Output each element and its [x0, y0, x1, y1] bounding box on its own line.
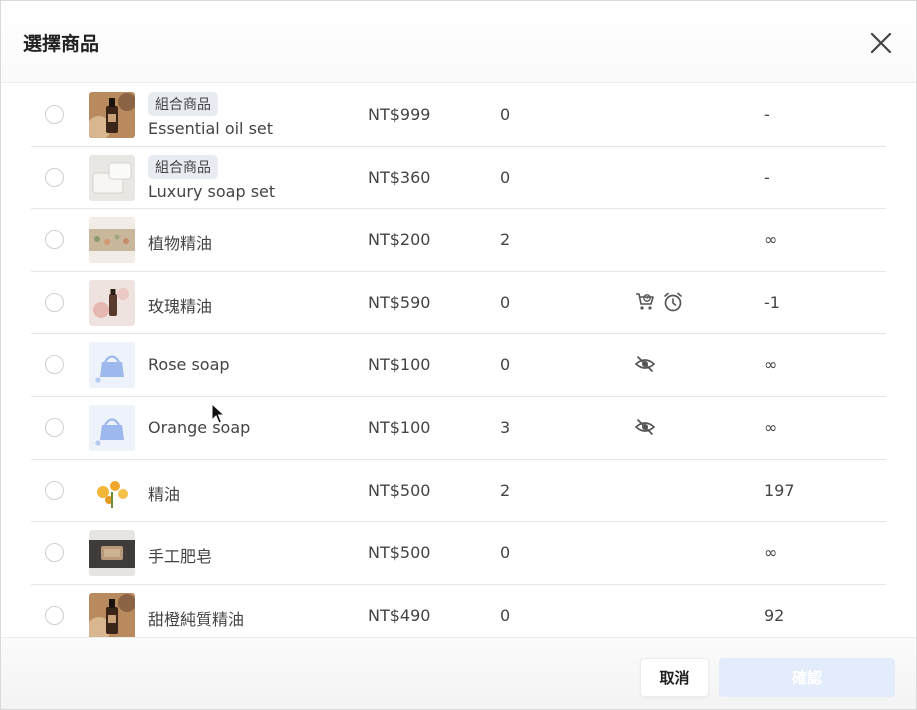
product-name: Rose soap	[148, 355, 230, 375]
product-name: 玫瑰精油	[148, 296, 213, 316]
product-row[interactable]: 精油 NT$500 2 197	[31, 460, 886, 523]
product-thumbnail	[89, 530, 135, 577]
product-name-cell: 植物精油	[148, 209, 358, 271]
product-thumbnail	[89, 467, 135, 514]
close-button[interactable]	[867, 29, 895, 57]
product-thumbnail	[89, 92, 135, 138]
product-status-icons	[634, 416, 662, 440]
product-thumbnail	[89, 404, 135, 451]
confirm-button[interactable]: 確認	[719, 658, 895, 697]
product-stock: 0	[500, 543, 511, 563]
product-select-radio[interactable]	[45, 605, 64, 625]
product-quantity: ∞	[764, 417, 778, 437]
product-row[interactable]: 植物精油 NT$200 2 ∞	[31, 209, 886, 272]
product-select-radio[interactable]	[45, 480, 64, 500]
product-name-cell: 組合商品 Essential oil set	[148, 84, 358, 146]
product-stock: 2	[500, 480, 511, 500]
product-select-radio[interactable]	[45, 105, 64, 124]
product-name: 甜橙純質精油	[148, 609, 245, 629]
product-price: NT$500	[368, 543, 431, 563]
product-thumbnail	[89, 279, 135, 326]
product-stock: 0	[500, 167, 511, 187]
product-thumbnail	[89, 217, 135, 264]
product-status-icons	[634, 353, 662, 377]
product-row[interactable]: 組合商品 Essential oil set NT$999 0 -	[31, 84, 886, 147]
dialog-title: 選擇商品	[23, 33, 100, 55]
hidden-eye-icon	[634, 356, 656, 373]
product-name-cell: 精油	[148, 460, 358, 522]
dialog-header: 選擇商品	[1, 1, 916, 83]
product-stock: 3	[500, 417, 511, 437]
preorder-cart-icon	[636, 292, 654, 310]
product-row[interactable]: 玫瑰精油 NT$590 0 -1	[31, 272, 886, 335]
product-price: NT$360	[368, 167, 431, 187]
product-name: 手工肥皂	[148, 547, 213, 567]
product-thumbnail	[89, 592, 135, 637]
product-name-cell: Orange soap	[148, 397, 358, 459]
product-quantity: -	[764, 167, 770, 187]
product-stock: 0	[500, 292, 511, 312]
product-stock: 0	[500, 355, 511, 375]
bundle-badge: 組合商品	[148, 92, 218, 116]
cancel-button[interactable]: 取消	[640, 658, 709, 697]
product-name: Orange soap	[148, 417, 251, 437]
product-thumbnail	[89, 154, 135, 201]
product-row[interactable]: Rose soap NT$100 0 ∞	[31, 334, 886, 397]
product-quantity: 92	[764, 605, 785, 625]
product-quantity: -1	[764, 292, 780, 312]
dialog-footer: 取消 確認	[1, 637, 916, 709]
product-stock: 0	[500, 105, 511, 124]
product-quantity: ∞	[764, 543, 778, 563]
product-name-cell: 組合商品 Luxury soap set	[148, 147, 358, 209]
product-name-cell: 玫瑰精油	[148, 272, 358, 334]
product-stock: 0	[500, 605, 511, 625]
product-row[interactable]: Orange soap NT$100 3 ∞	[31, 397, 886, 460]
product-name: Luxury soap set	[148, 181, 276, 201]
product-stock: 2	[500, 230, 511, 250]
product-quantity: 197	[764, 480, 795, 500]
hidden-eye-icon	[634, 419, 656, 435]
product-list: 組合商品 Essential oil set NT$999 0 - 組合商品 L…	[31, 84, 886, 637]
product-thumbnail	[89, 342, 135, 389]
alarm-clock-icon	[664, 292, 682, 312]
product-select-radio[interactable]	[45, 543, 64, 563]
product-row[interactable]: 組合商品 Luxury soap set NT$360 0 -	[31, 147, 886, 210]
product-price: NT$100	[368, 355, 431, 375]
product-quantity: -	[764, 105, 770, 124]
product-select-radio[interactable]	[45, 167, 64, 187]
product-name-cell: 甜橙純質精油	[148, 585, 358, 637]
product-price: NT$999	[368, 105, 431, 124]
product-select-radio[interactable]	[45, 355, 64, 375]
product-price: NT$200	[368, 230, 431, 250]
product-name: 精油	[148, 484, 181, 504]
product-name-cell: Rose soap	[148, 334, 358, 396]
product-select-radio[interactable]	[45, 230, 64, 250]
product-quantity: ∞	[764, 355, 778, 375]
product-price: NT$100	[368, 417, 431, 437]
product-status-icons	[634, 291, 690, 315]
select-product-dialog: 選擇商品 組合商品 Essential oil set NT$999 0 - 組…	[0, 0, 917, 710]
mouse-cursor-icon	[211, 403, 225, 424]
product-price: NT$500	[368, 480, 431, 500]
product-price: NT$490	[368, 605, 431, 625]
product-select-radio[interactable]	[45, 292, 64, 312]
product-price: NT$590	[368, 292, 431, 312]
product-name: Essential oil set	[148, 119, 274, 138]
product-select-radio[interactable]	[45, 417, 64, 437]
bundle-badge: 組合商品	[148, 154, 218, 179]
product-name: 植物精油	[148, 234, 213, 254]
product-row[interactable]: 甜橙純質精油 NT$490 0 92	[31, 585, 886, 637]
product-quantity: ∞	[764, 230, 778, 250]
close-icon	[870, 32, 892, 54]
product-row[interactable]: 手工肥皂 NT$500 0 ∞	[31, 522, 886, 585]
product-name-cell: 手工肥皂	[148, 522, 358, 584]
